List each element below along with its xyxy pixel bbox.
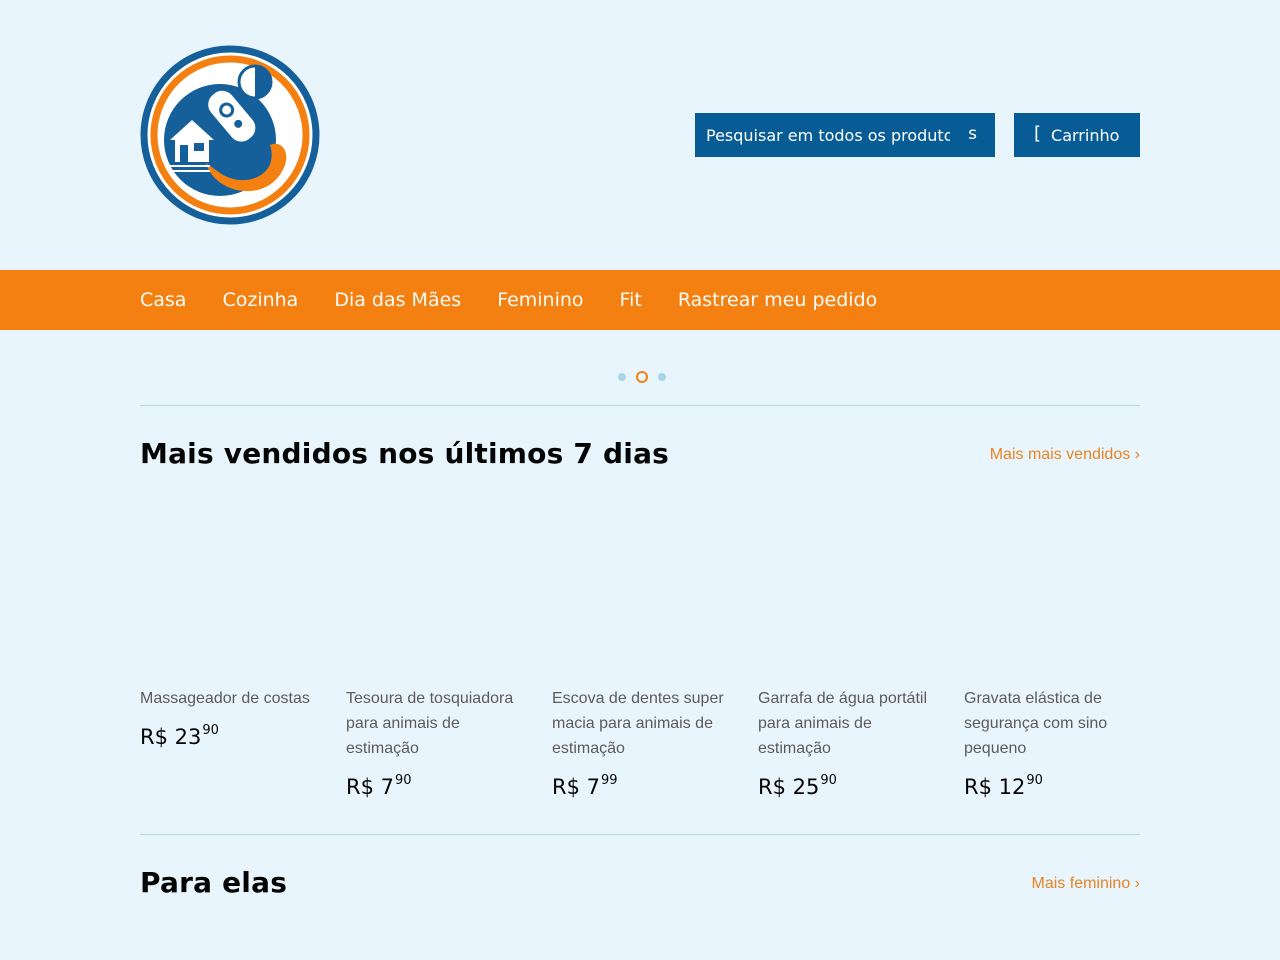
product-price: R$ 7 99: [552, 773, 618, 799]
nav-item-casa[interactable]: Casa: [140, 289, 186, 311]
slideshow-dots: [612, 371, 672, 383]
product-card[interactable]: Tesoura de tosquiadora para animais de e…: [346, 686, 526, 799]
product-name[interactable]: Garrafa de água portátil para animais de…: [758, 686, 938, 761]
product-name[interactable]: Gravata elástica de segurança com sino p…: [964, 686, 1144, 761]
product-card[interactable]: Gravata elástica de segurança com sino p…: [964, 686, 1144, 799]
product-name[interactable]: Massageador de costas: [140, 686, 320, 711]
search-input[interactable]: [706, 125, 950, 145]
bestsellers-title: Mais vendidos nos últimos 7 dias: [140, 437, 670, 470]
product-name[interactable]: Escova de dentes super macia para animai…: [552, 686, 732, 761]
cart-label: Carrinho: [1051, 125, 1120, 145]
product-card[interactable]: Garrafa de água portátil para animais de…: [758, 686, 938, 799]
divider: [140, 834, 1140, 835]
product-card[interactable]: Massageador de costas R$ 23 90: [140, 686, 320, 749]
more-feminine-link[interactable]: Mais feminino ›: [1032, 875, 1140, 893]
product-price: R$ 12 90: [964, 773, 1043, 799]
product-price: R$ 25 90: [758, 773, 837, 799]
nav-item-cozinha[interactable]: Cozinha: [222, 289, 298, 311]
for-her-title: Para elas: [140, 866, 288, 899]
nav-item-dia-das-maes[interactable]: Dia das Mães: [334, 289, 461, 311]
store-logo[interactable]: [140, 45, 320, 225]
product-card[interactable]: Escova de dentes super macia para animai…: [552, 686, 732, 799]
slide-dot-1[interactable]: [618, 373, 626, 381]
cart-button[interactable]: [ Carrinho: [1014, 113, 1140, 157]
divider: [140, 405, 1140, 406]
search-icon[interactable]: s: [968, 124, 977, 144]
main-nav: Casa Cozinha Dia das Mães Feminino Fit R…: [0, 270, 1280, 330]
product-price: R$ 23 90: [140, 723, 219, 749]
slide-dot-2[interactable]: [636, 371, 648, 383]
product-name[interactable]: Tesoura de tosquiadora para animais de e…: [346, 686, 526, 761]
search-bar[interactable]: s: [695, 113, 995, 157]
nav-item-rastrear[interactable]: Rastrear meu pedido: [678, 289, 877, 311]
nav-item-feminino[interactable]: Feminino: [497, 289, 583, 311]
cart-icon: [: [1034, 122, 1042, 144]
more-bestsellers-link[interactable]: Mais mais vendidos ›: [990, 446, 1140, 464]
slide-dot-3[interactable]: [658, 373, 666, 381]
nav-item-fit[interactable]: Fit: [620, 289, 642, 311]
product-price: R$ 7 90: [346, 773, 412, 799]
